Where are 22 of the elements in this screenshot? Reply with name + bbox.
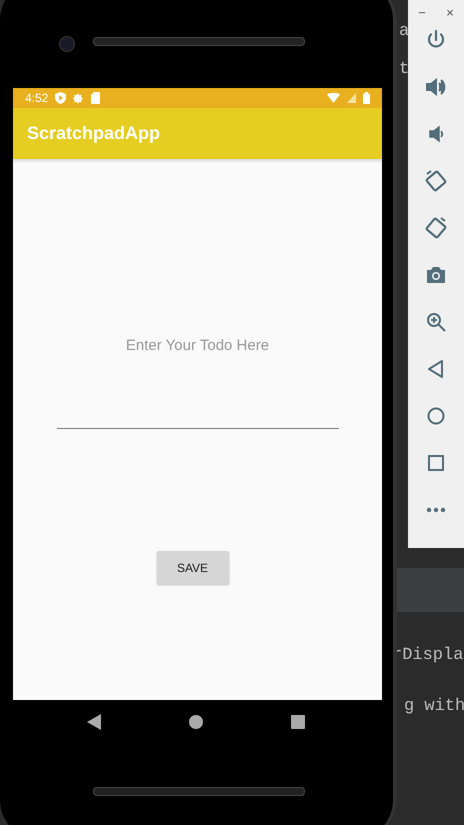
wifi-icon bbox=[327, 93, 340, 103]
code-text: t bbox=[399, 60, 410, 79]
zoom-icon[interactable] bbox=[424, 310, 448, 334]
code-text: a bbox=[399, 22, 410, 41]
rotate-right-icon[interactable] bbox=[424, 216, 448, 240]
rotate-left-icon[interactable] bbox=[424, 169, 448, 193]
volume-up-icon[interactable] bbox=[424, 75, 448, 99]
save-button[interactable]: SAVE bbox=[156, 551, 228, 584]
camera-lens bbox=[59, 36, 75, 52]
close-button[interactable]: × bbox=[446, 4, 454, 20]
signal-icon bbox=[347, 93, 356, 103]
status-time: 4:52 bbox=[25, 91, 48, 105]
minimize-button[interactable]: − bbox=[418, 4, 426, 20]
todo-input-field[interactable]: Enter Your Todo Here bbox=[56, 333, 338, 429]
shield-icon bbox=[55, 92, 66, 104]
code-text: g with bbox=[404, 697, 464, 716]
sd-card-icon bbox=[91, 92, 100, 104]
home-icon[interactable] bbox=[189, 715, 203, 729]
battery-icon bbox=[363, 92, 370, 104]
gear-icon bbox=[73, 92, 84, 104]
back-icon[interactable] bbox=[87, 714, 101, 730]
app-title: ScratchpadApp bbox=[27, 123, 160, 144]
